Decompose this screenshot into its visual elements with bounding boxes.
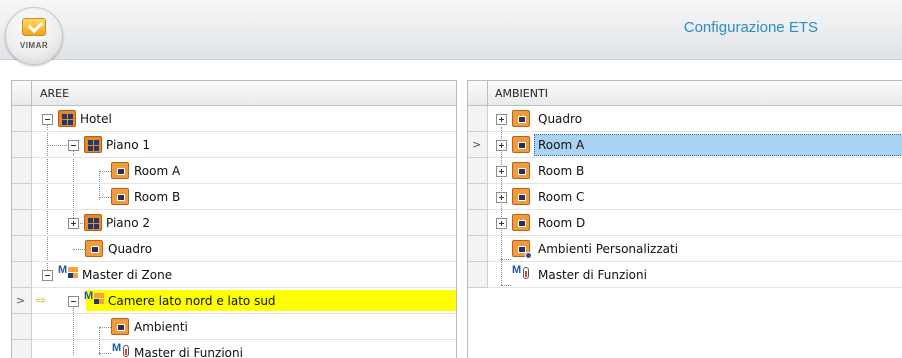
custom-room-icon xyxy=(512,240,532,259)
tree-item-label: Piano 2 xyxy=(106,216,151,230)
ambienti-row-quadro[interactable]: Quadro xyxy=(468,106,902,132)
row-selection xyxy=(534,134,902,156)
master-zone-icon: M xyxy=(84,290,104,309)
tree-row-camere-lato-nord-sud[interactable]: > ⇨ M Camere lato nord e lato sud xyxy=(12,288,456,314)
app-title: Configurazione ETS xyxy=(683,19,818,36)
aree-tree-panel: AREE Hotel Piano 1 Room A Room B Piano 2… xyxy=(11,80,457,358)
tree-item-label: Camere lato nord e lato sud xyxy=(108,294,276,308)
tree-row-master-di-zone[interactable]: M Master di Zone xyxy=(12,262,456,288)
collapse-icon[interactable] xyxy=(68,140,79,151)
ambienti-row-master-di-funzioni[interactable]: M Master di Funzioni xyxy=(468,262,902,288)
tree-row-hotel[interactable]: Hotel xyxy=(12,106,456,132)
row-selector[interactable] xyxy=(468,158,488,184)
row-selector[interactable] xyxy=(12,158,32,184)
ambienti-item-label: Room D xyxy=(538,216,586,230)
row-selector[interactable] xyxy=(12,262,32,288)
ambienti-item-label: Ambienti Personalizzati xyxy=(538,242,679,256)
collapse-icon[interactable] xyxy=(42,270,53,281)
aree-header-label: AREE xyxy=(40,87,70,100)
tree-row-room-a[interactable]: Room A xyxy=(12,158,456,184)
current-row-indicator-icon: > xyxy=(16,294,26,307)
drop-target-arrow-icon: ⇨ xyxy=(36,293,47,307)
current-row-indicator-icon: > xyxy=(472,138,482,151)
tree-item-label: Quadro xyxy=(108,242,153,256)
aree-header[interactable]: AREE xyxy=(12,81,456,106)
ambienti-item-label: Master di Funzioni xyxy=(538,268,647,282)
ambienti-row-room-b[interactable]: Room B xyxy=(468,158,902,184)
master-function-icon: M xyxy=(512,264,532,283)
ambienti-header-label: AMBIENTI xyxy=(495,87,548,100)
row-selector[interactable] xyxy=(12,106,32,132)
row-selector[interactable] xyxy=(468,210,488,236)
row-selector[interactable] xyxy=(12,236,32,262)
ambienti-header[interactable]: AMBIENTI xyxy=(468,81,902,106)
room-icon xyxy=(512,136,530,153)
row-selector-header xyxy=(12,81,32,105)
master-zone-icon: M xyxy=(58,264,78,283)
expand-icon[interactable] xyxy=(496,140,507,151)
ambienti-row-room-c[interactable]: Room C xyxy=(468,184,902,210)
collapse-icon[interactable] xyxy=(42,114,53,125)
room-icon xyxy=(111,188,129,205)
expand-icon[interactable] xyxy=(496,166,507,177)
ambienti-grid-panel: AMBIENTI Quadro > Room A Room B Room C R… xyxy=(467,80,902,358)
tree-item-label: Ambienti xyxy=(134,320,188,334)
vimar-logo-icon xyxy=(22,18,46,36)
master-function-icon: M xyxy=(112,342,132,358)
row-selector[interactable] xyxy=(468,184,488,210)
ambienti-item-label: Room A xyxy=(538,138,585,152)
ambienti-tree: Quadro > Room A Room B Room C Room D Amb… xyxy=(468,106,902,358)
ambienti-row-personalizzati[interactable]: Ambienti Personalizzati xyxy=(468,236,902,262)
row-selector[interactable]: > xyxy=(468,132,488,158)
ambienti-item-label: Room B xyxy=(538,164,585,178)
room-icon xyxy=(85,240,103,257)
ambienti-row-room-a[interactable]: > Room A xyxy=(468,132,902,158)
row-selector[interactable] xyxy=(12,340,32,358)
row-selector-header xyxy=(468,81,488,105)
row-selector[interactable] xyxy=(12,132,32,158)
collapse-icon[interactable] xyxy=(68,296,79,307)
room-icon xyxy=(512,188,530,205)
expand-icon[interactable] xyxy=(496,114,507,125)
tree-row-room-b[interactable]: Room B xyxy=(12,184,456,210)
building-icon xyxy=(84,214,102,231)
tree-item-label: Room B xyxy=(134,190,181,204)
tree-row-master-di-funzioni[interactable]: M Master di Funzioni xyxy=(12,340,456,358)
row-selector[interactable]: > xyxy=(12,288,32,314)
tree-row-quadro[interactable]: Quadro xyxy=(12,236,456,262)
vimar-logo[interactable]: VIMAR xyxy=(5,7,63,65)
ambienti-row-room-d[interactable]: Room D xyxy=(468,210,902,236)
building-icon xyxy=(84,136,102,153)
room-icon xyxy=(512,162,530,179)
row-selector[interactable] xyxy=(468,236,488,262)
row-selector[interactable] xyxy=(12,210,32,236)
row-selector[interactable] xyxy=(12,184,32,210)
room-icon xyxy=(512,214,530,231)
ambienti-item-label: Quadro xyxy=(538,112,583,126)
room-icon xyxy=(111,318,129,335)
tree-item-label: Hotel xyxy=(80,112,112,126)
expand-icon[interactable] xyxy=(496,218,507,229)
row-selector[interactable] xyxy=(468,262,488,288)
row-selector[interactable] xyxy=(468,106,488,132)
room-icon xyxy=(512,110,530,127)
building-icon xyxy=(58,110,76,127)
brand-name: VIMAR xyxy=(19,41,49,50)
aree-tree: Hotel Piano 1 Room A Room B Piano 2 Quad… xyxy=(12,106,456,358)
tree-item-label: Master di Funzioni xyxy=(134,346,243,358)
tree-item-label: Room A xyxy=(134,164,181,178)
tree-row-ambienti[interactable]: Ambienti xyxy=(12,314,456,340)
expand-icon[interactable] xyxy=(68,218,79,229)
expand-icon[interactable] xyxy=(496,192,507,203)
room-icon xyxy=(111,162,129,179)
row-selector[interactable] xyxy=(12,314,32,340)
tree-item-label: Piano 1 xyxy=(106,138,151,152)
title-bar: VIMAR Configurazione ETS xyxy=(0,0,902,65)
tree-item-label: Master di Zone xyxy=(82,268,173,282)
tree-row-piano-1[interactable]: Piano 1 xyxy=(12,132,456,158)
tree-row-piano-2[interactable]: Piano 2 xyxy=(12,210,456,236)
ambienti-item-label: Room C xyxy=(538,190,585,204)
